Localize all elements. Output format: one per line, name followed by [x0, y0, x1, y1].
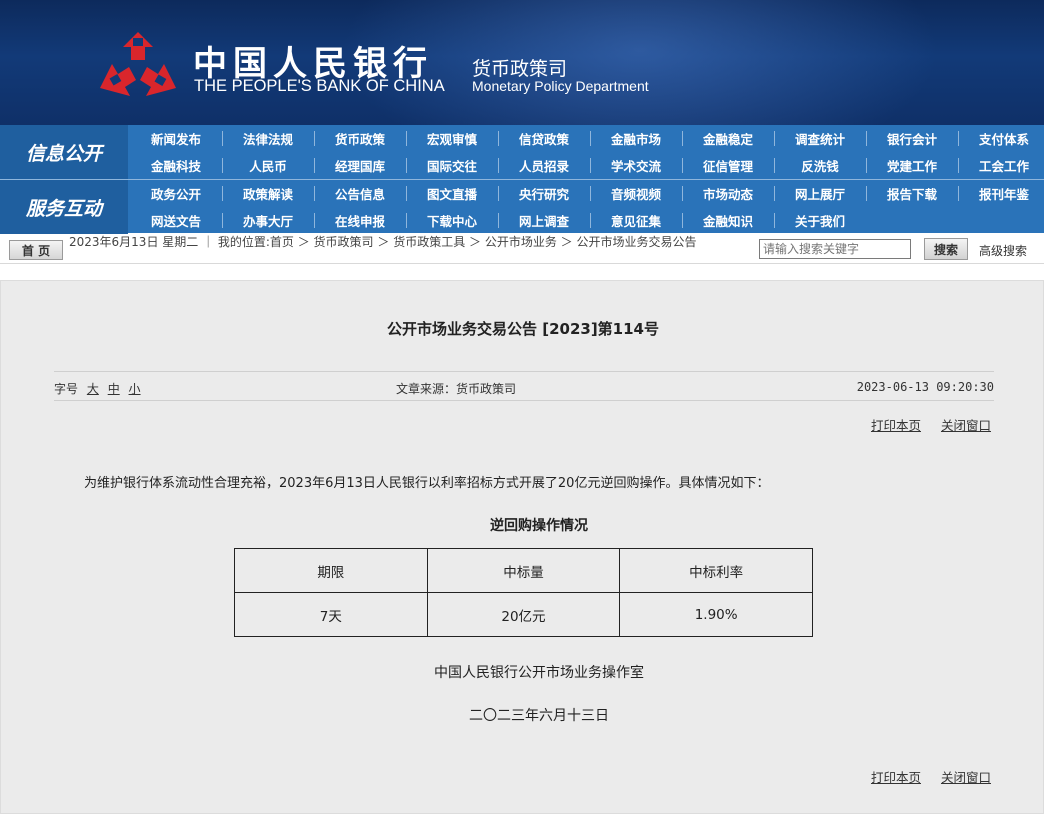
nav-item[interactable]: 报告下载 — [866, 180, 958, 207]
nav-item[interactable]: 人民币 — [222, 152, 314, 179]
sign-date: 二〇二三年六月十三日 — [469, 708, 609, 724]
nav-item[interactable]: 金融知识 — [682, 207, 774, 234]
table-header-cell: 中标量 — [426, 548, 621, 593]
nav-item[interactable]: 网上展厅 — [774, 180, 866, 207]
table-header-cell: 期限 — [234, 548, 428, 593]
nav-item[interactable]: 货币政策 — [314, 125, 406, 152]
nav-item[interactable]: 调查统计 — [774, 125, 866, 152]
table-cell: 1.90% — [619, 592, 813, 637]
article-datetime: 2023-06-13 09:20:30 — [856, 380, 994, 394]
nav-item[interactable]: 金融市场 — [590, 125, 682, 152]
article-source: 文章来源：货币政策司 — [396, 382, 517, 396]
font-size-medium-link[interactable]: 中 — [108, 382, 120, 396]
nav-item[interactable]: 办事大厅 — [222, 207, 314, 234]
bank-name-en: THE PEOPLE'S BANK OF CHINA — [194, 77, 445, 95]
article-actions-top: 打印本页 关闭窗口 — [855, 415, 991, 434]
article-paragraph: 为维护银行体系流动性合理充裕，2023年6月13日人民银行以利率招标方式开展了2… — [84, 476, 770, 491]
advanced-search-link[interactable]: 高级搜索 — [979, 242, 1027, 259]
print-link[interactable]: 打印本页 — [871, 770, 921, 785]
nav-item[interactable]: 支付体系 — [958, 125, 1044, 152]
nav-item[interactable]: 国际交往 — [406, 152, 498, 179]
article-meta-bar: 字号 大 中 小 文章来源：货币政策司 2023-06-13 09:20:30 — [54, 371, 994, 401]
table-header-row: 期限 中标量 中标利率 — [234, 548, 813, 593]
nav-item[interactable]: 工会工作 — [958, 152, 1044, 179]
nav-item[interactable]: 在线申报 — [314, 207, 406, 234]
nav-item[interactable]: 音频视频 — [590, 180, 682, 207]
table-header-cell: 中标利率 — [619, 548, 813, 593]
nav-item[interactable]: 新闻发布 — [130, 125, 222, 152]
nav-item[interactable]: 反洗钱 — [774, 152, 866, 179]
font-size-small-link[interactable]: 小 — [129, 382, 141, 396]
pboc-logo-icon[interactable] — [98, 30, 178, 100]
nav-item[interactable]: 金融稳定 — [682, 125, 774, 152]
search-input[interactable] — [759, 239, 911, 259]
nav-item[interactable]: 下载中心 — [406, 207, 498, 234]
nav-item[interactable]: 央行研究 — [498, 180, 590, 207]
nav-item[interactable]: 银行会计 — [866, 125, 958, 152]
font-size-controls: 字号 大 中 小 — [54, 380, 146, 397]
nav-info-row-1: 新闻发布 法律法规 货币政策 宏观审慎 信贷政策 金融市场 金融稳定 调查统计 … — [130, 125, 1044, 152]
nav-item[interactable]: 信贷政策 — [498, 125, 590, 152]
nav-item[interactable]: 关于我们 — [774, 207, 866, 234]
font-size-large-link[interactable]: 大 — [87, 382, 99, 396]
nav-info-row-2: 金融科技 人民币 经理国库 国际交往 人员招录 学术交流 征信管理 反洗钱 党建… — [130, 152, 1044, 179]
table-cell: 20亿元 — [426, 592, 621, 637]
search-button[interactable]: 搜索 — [924, 238, 968, 260]
nav-item[interactable]: 报刊年鉴 — [958, 180, 1044, 207]
nav-item[interactable]: 网上调查 — [498, 207, 590, 234]
nav-item[interactable]: 意见征集 — [590, 207, 682, 234]
nav-item[interactable]: 党建工作 — [866, 152, 958, 179]
department-name-cn: 货币政策司 — [472, 58, 568, 80]
nav-item[interactable]: 公告信息 — [314, 180, 406, 207]
close-window-link[interactable]: 关闭窗口 — [941, 770, 991, 785]
article-title: 公开市场业务交易公告 [2023]第114号 — [387, 320, 659, 338]
nav-service-title[interactable]: 服务互动 — [0, 180, 128, 234]
article-actions-bottom: 打印本页 关闭窗口 — [855, 767, 991, 786]
nav-item[interactable]: 金融科技 — [130, 152, 222, 179]
article-panel: 公开市场业务交易公告 [2023]第114号 字号 大 中 小 文章来源：货币政… — [0, 280, 1044, 814]
nav-item[interactable]: 人员招录 — [498, 152, 590, 179]
nav-item[interactable]: 征信管理 — [682, 152, 774, 179]
nav-info-block: 信息公开 新闻发布 法律法规 货币政策 宏观审慎 信贷政策 金融市场 金融稳定 … — [0, 125, 1044, 179]
nav-service-row-2: 网送文告 办事大厅 在线申报 下载中心 网上调查 意见征集 金融知识 关于我们 — [130, 207, 866, 234]
close-window-link[interactable]: 关闭窗口 — [941, 418, 991, 433]
breadcrumb[interactable]: 2023年6月13日 星期二 ｜ 我的位置:首页 ＞ 货币政策司 ＞ 货币政策工… — [69, 235, 759, 249]
nav-item[interactable]: 法律法规 — [222, 125, 314, 152]
nav-item[interactable]: 网送文告 — [130, 207, 222, 234]
nav-item[interactable]: 市场动态 — [682, 180, 774, 207]
header-banner: 中国人民银行 THE PEOPLE'S BANK OF CHINA 货币政策司 … — [0, 0, 1044, 125]
department-name-en: Monetary Policy Department — [472, 78, 649, 94]
nav-info-title[interactable]: 信息公开 — [0, 125, 128, 179]
nav-item[interactable]: 宏观审慎 — [406, 125, 498, 152]
nav-item[interactable]: 学术交流 — [590, 152, 682, 179]
table-title: 逆回购操作情况 — [490, 518, 588, 534]
nav-item[interactable]: 经理国库 — [314, 152, 406, 179]
home-button[interactable]: 首 页 — [9, 240, 63, 260]
table-cell: 7天 — [234, 592, 428, 637]
nav-item[interactable]: 政务公开 — [130, 180, 222, 207]
signer: 中国人民银行公开市场业务操作室 — [434, 665, 644, 681]
nav-service-row-1: 政务公开 政策解读 公告信息 图文直播 央行研究 音频视频 市场动态 网上展厅 … — [130, 180, 1044, 207]
font-size-label: 字号 — [54, 382, 79, 396]
table-row: 7天 20亿元 1.90% — [234, 592, 813, 637]
print-link[interactable]: 打印本页 — [871, 418, 921, 433]
breadcrumb-bar: 首 页 2023年6月13日 星期二 ｜ 我的位置:首页 ＞ 货币政策司 ＞ 货… — [0, 234, 1044, 264]
nav-item[interactable]: 政策解读 — [222, 180, 314, 207]
nav-service-block: 服务互动 政务公开 政策解读 公告信息 图文直播 央行研究 音频视频 市场动态 … — [0, 179, 1044, 234]
reverse-repo-table: 期限 中标量 中标利率 7天 20亿元 1.90% — [234, 548, 813, 637]
nav-item[interactable]: 图文直播 — [406, 180, 498, 207]
